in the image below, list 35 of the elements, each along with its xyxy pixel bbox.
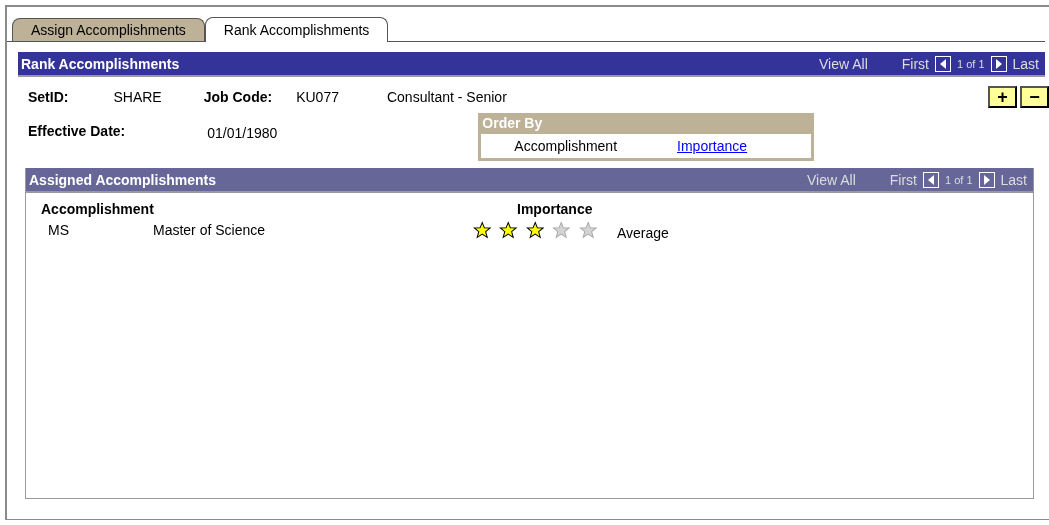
add-button[interactable]: +: [988, 86, 1017, 108]
view-all-link[interactable]: View All: [819, 55, 868, 72]
section-title: Assigned Accomplishments: [29, 171, 217, 188]
last-link[interactable]: Last: [1012, 55, 1039, 72]
field-value: KU077: [296, 89, 339, 105]
tab[interactable]: Assign Accomplishments: [12, 18, 205, 41]
last-link[interactable]: Last: [1000, 171, 1027, 188]
first-link[interactable]: First: [889, 171, 917, 188]
star-icon[interactable]: [525, 220, 545, 240]
star-icon[interactable]: [473, 220, 492, 240]
panel-title: Rank Accomplishments: [21, 55, 181, 72]
star-rating[interactable]: [473, 220, 597, 240]
page-count: 1 of 1: [957, 57, 985, 70]
sort-option: Accomplishment: [514, 138, 618, 154]
star-icon[interactable]: [552, 220, 571, 240]
first-link[interactable]: First: [901, 55, 929, 72]
field-label: Job Code:: [203, 89, 273, 105]
field-label: SetID:: [28, 89, 69, 105]
field-value: SHARE: [113, 89, 162, 105]
view-all-link[interactable]: View All: [807, 171, 856, 188]
table-cell-text: Master of Science: [153, 222, 267, 238]
table-cell-text: Average: [616, 224, 670, 241]
page-count: 1 of 1: [945, 173, 973, 186]
table-cell-text: MS: [47, 222, 70, 238]
field-label: Effective Date:: [28, 123, 126, 139]
tab[interactable]: Rank Accomplishments: [204, 17, 389, 42]
star-icon[interactable]: [578, 220, 598, 240]
field-value: 01/01/1980: [207, 125, 278, 141]
remove-button[interactable]: −: [1020, 86, 1049, 108]
order-by-title: Order By: [481, 113, 812, 134]
field-value: Consultant - Senior: [386, 89, 507, 105]
column-header: Accomplishment: [41, 201, 155, 217]
sort-link[interactable]: Importance: [677, 138, 748, 154]
star-icon[interactable]: [499, 220, 518, 240]
column-header: Importance: [516, 201, 594, 217]
